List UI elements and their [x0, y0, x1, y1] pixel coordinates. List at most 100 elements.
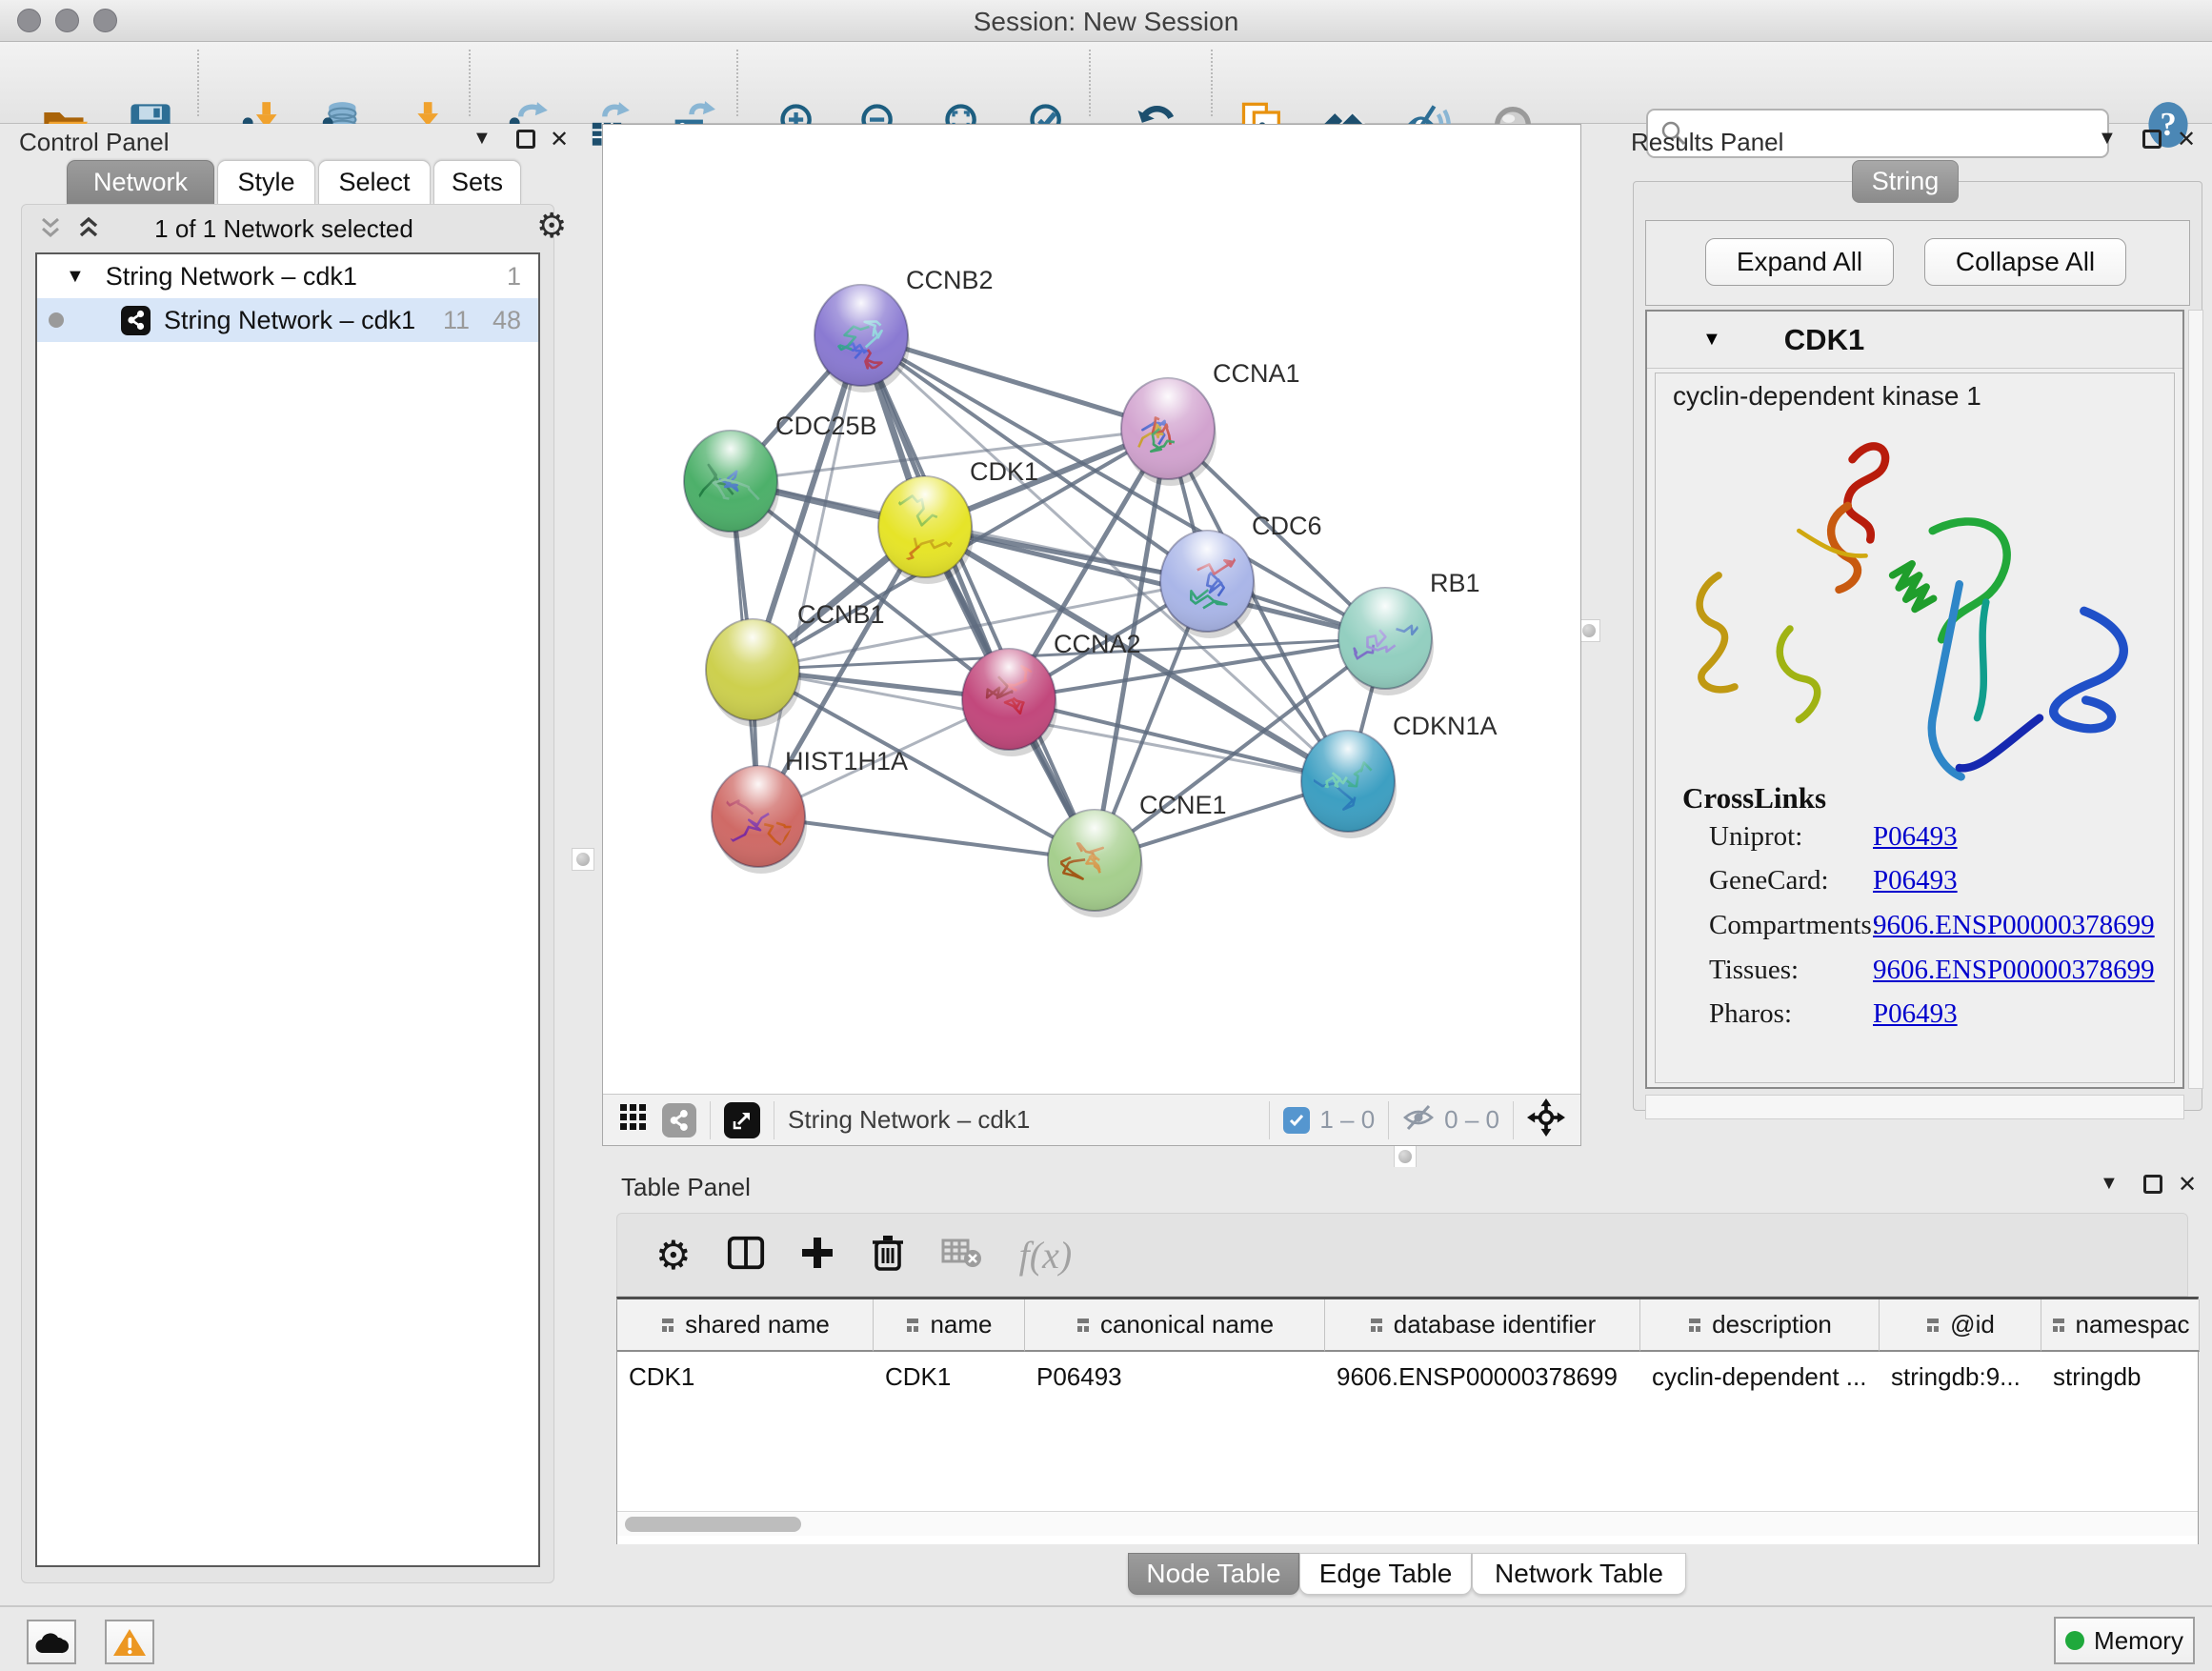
section-expander-icon[interactable]: ▼ — [1702, 329, 1721, 351]
tab-select[interactable]: Select — [318, 160, 431, 204]
column-header-shared-name[interactable]: shared name — [617, 1299, 874, 1352]
node-label-ccne1: CCNE1 — [1139, 791, 1227, 819]
network-node-ccna1[interactable]: CCNA1 — [1121, 359, 1300, 486]
node-label-ccnb2: CCNB2 — [906, 266, 994, 294]
column-header--id[interactable]: @id — [1880, 1299, 2041, 1352]
expand-all-button[interactable]: Expand All — [1705, 238, 1894, 286]
table-panel: Table Panel ▼ ✕ ⚙ — [602, 1167, 2202, 1603]
results-panel-title: Results Panel — [1631, 128, 1783, 157]
table-cell[interactable]: stringdb:9... — [1880, 1352, 2041, 1401]
table-options-gear-icon[interactable]: ⚙ — [655, 1232, 692, 1278]
network-node-rb1[interactable]: RB1 — [1338, 569, 1480, 695]
network-node-ccne1[interactable]: CCNE1 — [1048, 791, 1227, 917]
table-cell[interactable]: CDK1 — [874, 1352, 1025, 1401]
close-panel-button[interactable]: ✕ — [2178, 1171, 2197, 1198]
expand-all-icon[interactable] — [77, 216, 111, 243]
float-panel-button[interactable]: ▼ — [473, 128, 492, 150]
grid-view-icon[interactable] — [618, 1102, 649, 1137]
cloud-icon — [34, 1630, 69, 1655]
results-vertical-scrollbar[interactable] — [2188, 310, 2203, 1089]
tab-network-table[interactable]: Network Table — [1472, 1553, 1686, 1595]
show-columns-icon[interactable] — [726, 1233, 766, 1278]
network-node-hist1h1a[interactable]: HIST1H1A — [712, 747, 908, 874]
create-column-plus-icon[interactable] — [798, 1234, 836, 1277]
column-header-description[interactable]: description — [1640, 1299, 1880, 1352]
compartments-link[interactable]: 9606.ENSP00000378699 — [1873, 910, 2155, 941]
gene-description: cyclin-dependent kinase 1 — [1673, 381, 1981, 412]
genecard-link[interactable]: P06493 — [1873, 865, 1958, 896]
table-horizontal-scrollbar[interactable] — [617, 1511, 2198, 1536]
control-panel-title: Control Panel — [19, 128, 170, 157]
crosslink-row: Compartments: 9606.ENSP00000378699 — [1709, 910, 2166, 954]
network-row[interactable]: String Network – cdk1 11 48 — [37, 298, 538, 342]
network-node-cdk1[interactable]: CDK1 — [878, 457, 1038, 584]
column-header-canonical-name[interactable]: canonical name — [1025, 1299, 1325, 1352]
network-node-cdkn1a[interactable]: CDKN1A — [1299, 712, 1497, 838]
node-label-ccna1: CCNA1 — [1213, 359, 1300, 388]
toolbar-separator — [1211, 50, 1213, 116]
crosslinks-heading: CrossLinks — [1682, 781, 1826, 815]
selected-checkbox-icon[interactable] — [1283, 1107, 1310, 1134]
collapse-all-button[interactable]: Collapse All — [1924, 238, 2126, 286]
collection-expander-icon[interactable]: ▼ — [66, 266, 85, 288]
network-collection-row[interactable]: ▼ String Network – cdk1 1 — [37, 254, 538, 298]
network-view[interactable]: CCNB2CCNA1CDC25BCDK1CDC6RB1CCNB1CCNA2CDK… — [602, 124, 1581, 1146]
node-label-hist1h1a: HIST1H1A — [785, 747, 908, 775]
table-cell[interactable]: P06493 — [1025, 1352, 1325, 1401]
table-panel-title: Table Panel — [621, 1173, 751, 1202]
uniprot-link[interactable]: P06493 — [1873, 821, 1958, 853]
float-panel-button[interactable]: ▼ — [2098, 128, 2117, 150]
undock-panel-button[interactable] — [516, 130, 535, 149]
scrollbar-thumb[interactable] — [625, 1517, 801, 1532]
memory-button[interactable]: Memory — [2054, 1617, 2195, 1664]
control-panel: Control Panel ▼ ✕ Network Style Select S… — [11, 124, 564, 1601]
function-builder-icon[interactable]: f(x) — [1019, 1233, 1073, 1278]
table-cell[interactable]: cyclin-dependent ... — [1640, 1352, 1880, 1401]
network-badge-icon[interactable] — [662, 1103, 696, 1137]
column-header-name[interactable]: name — [874, 1299, 1025, 1352]
tab-string[interactable]: String — [1852, 160, 1959, 203]
pharos-link[interactable]: P06493 — [1873, 998, 1958, 1030]
tissues-link[interactable]: 9606.ENSP00000378699 — [1873, 955, 2155, 986]
gene-section-header[interactable]: ▼ CDK1 — [1647, 312, 2182, 369]
tab-node-table[interactable]: Node Table — [1128, 1553, 1299, 1595]
warnings-button[interactable] — [105, 1620, 154, 1664]
network-canvas[interactable]: CCNB2CCNA1CDC25BCDK1CDC6RB1CCNB1CCNA2CDK… — [603, 125, 1580, 1094]
column-attribute-icon — [1687, 1318, 1702, 1333]
cloud-status-button[interactable] — [27, 1620, 76, 1664]
results-horizontal-scrollbar[interactable] — [1645, 1095, 2184, 1119]
undock-panel-button[interactable] — [2143, 1175, 2162, 1194]
gene-name: CDK1 — [1784, 323, 1864, 357]
warning-icon — [112, 1627, 147, 1658]
tab-style[interactable]: Style — [217, 160, 315, 204]
window-titlebar: Session: New Session — [0, 0, 2212, 42]
column-header-database-identifier[interactable]: database identifier — [1325, 1299, 1640, 1352]
toolbar-separator — [736, 50, 738, 116]
network-tab-body: 1 of 1 Network selected ⚙ ▼ String Netwo… — [21, 204, 554, 1583]
table-cell[interactable]: 9606.ENSP00000378699 — [1325, 1352, 1640, 1401]
network-tree: ▼ String Network – cdk1 1 String Network… — [35, 252, 540, 1567]
open-in-new-window-icon[interactable] — [724, 1102, 760, 1138]
birds-eye-toggle-icon[interactable] — [1527, 1098, 1565, 1141]
close-panel-button[interactable]: ✕ — [2177, 126, 2196, 152]
network-type-icon — [121, 306, 151, 335]
tab-sets[interactable]: Sets — [433, 160, 521, 204]
undock-panel-button[interactable] — [2142, 130, 2162, 149]
tab-edge-table[interactable]: Edge Table — [1299, 1553, 1472, 1595]
tab-network[interactable]: Network — [67, 160, 214, 204]
node-table[interactable]: shared namenamecanonical namedatabase id… — [616, 1297, 2199, 1544]
column-header-namespac[interactable]: namespac — [2041, 1299, 2200, 1352]
left-splitter-handle[interactable] — [572, 848, 594, 871]
network-options-gear-icon[interactable]: ⚙ — [536, 207, 567, 246]
table-cell[interactable]: CDK1 — [617, 1352, 874, 1401]
collapse-all-icon[interactable] — [39, 216, 73, 243]
current-network-dot-icon — [49, 312, 64, 328]
hidden-eye-slash-icon[interactable] — [1402, 1103, 1435, 1137]
bottom-splitter-handle[interactable] — [1394, 1145, 1417, 1168]
table-cell[interactable]: stringdb — [2041, 1352, 2200, 1401]
protein-structure-image — [1665, 415, 2164, 815]
close-panel-button[interactable]: ✕ — [550, 126, 569, 152]
float-panel-button[interactable]: ▼ — [2100, 1173, 2119, 1195]
delete-column-trash-icon[interactable] — [869, 1233, 907, 1278]
delete-table-icon[interactable] — [941, 1237, 983, 1274]
